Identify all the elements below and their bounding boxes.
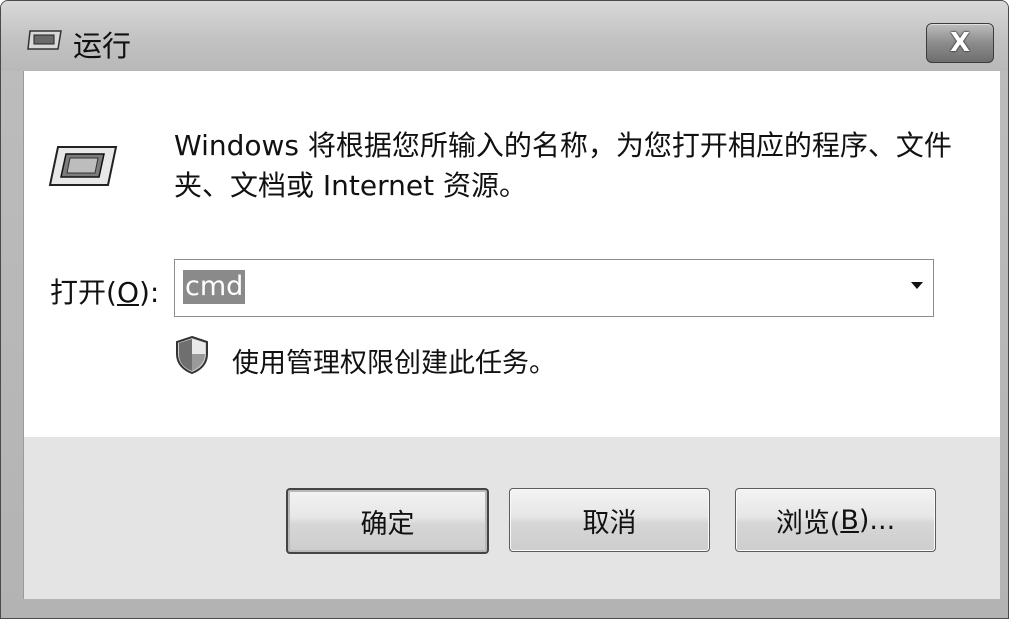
cancel-button[interactable]: 取消 [509, 488, 710, 552]
open-input[interactable]: cmd [183, 270, 246, 304]
run-dialog: 运行 X Windows 将根据您所输入的名称，为您打开相应的程序、文件夹、文档… [0, 0, 1009, 619]
open-label-prefix: 打开( [50, 276, 117, 309]
open-label: 打开(O): [50, 271, 159, 311]
dialog-content: Windows 将根据您所输入的名称，为您打开相应的程序、文件夹、文档或 Int… [24, 71, 1000, 437]
chevron-down-icon[interactable] [911, 282, 923, 289]
browse-button[interactable]: 浏览(B)... [735, 488, 936, 552]
cancel-button-label: 取消 [582, 507, 637, 539]
run-icon [27, 30, 62, 50]
ok-button[interactable]: 确定 [286, 488, 489, 554]
close-icon: X [949, 28, 971, 58]
browse-label-prefix: 浏览( [775, 507, 841, 539]
close-button[interactable]: X [926, 23, 994, 63]
run-icon [48, 146, 118, 186]
open-label-accelerator: O [116, 276, 139, 309]
dialog-client-area: Windows 将根据您所输入的名称，为您打开相应的程序、文件夹、文档或 Int… [23, 71, 1000, 599]
uac-shield-icon [176, 335, 208, 375]
admin-privilege-note: 使用管理权限创建此任务。 [232, 348, 556, 379]
ok-button-label: 确定 [360, 508, 415, 540]
browse-label-suffix: )... [858, 504, 896, 536]
open-combobox[interactable]: cmd [174, 259, 934, 317]
title-bar[interactable]: 运行 X [1, 1, 1008, 71]
open-label-suffix: ): [138, 276, 160, 309]
browse-label-accelerator: B [840, 504, 859, 536]
dialog-description: Windows 将根据您所输入的名称，为您打开相应的程序、文件夹、文档或 Int… [174, 129, 952, 202]
window-title: 运行 [73, 29, 132, 63]
